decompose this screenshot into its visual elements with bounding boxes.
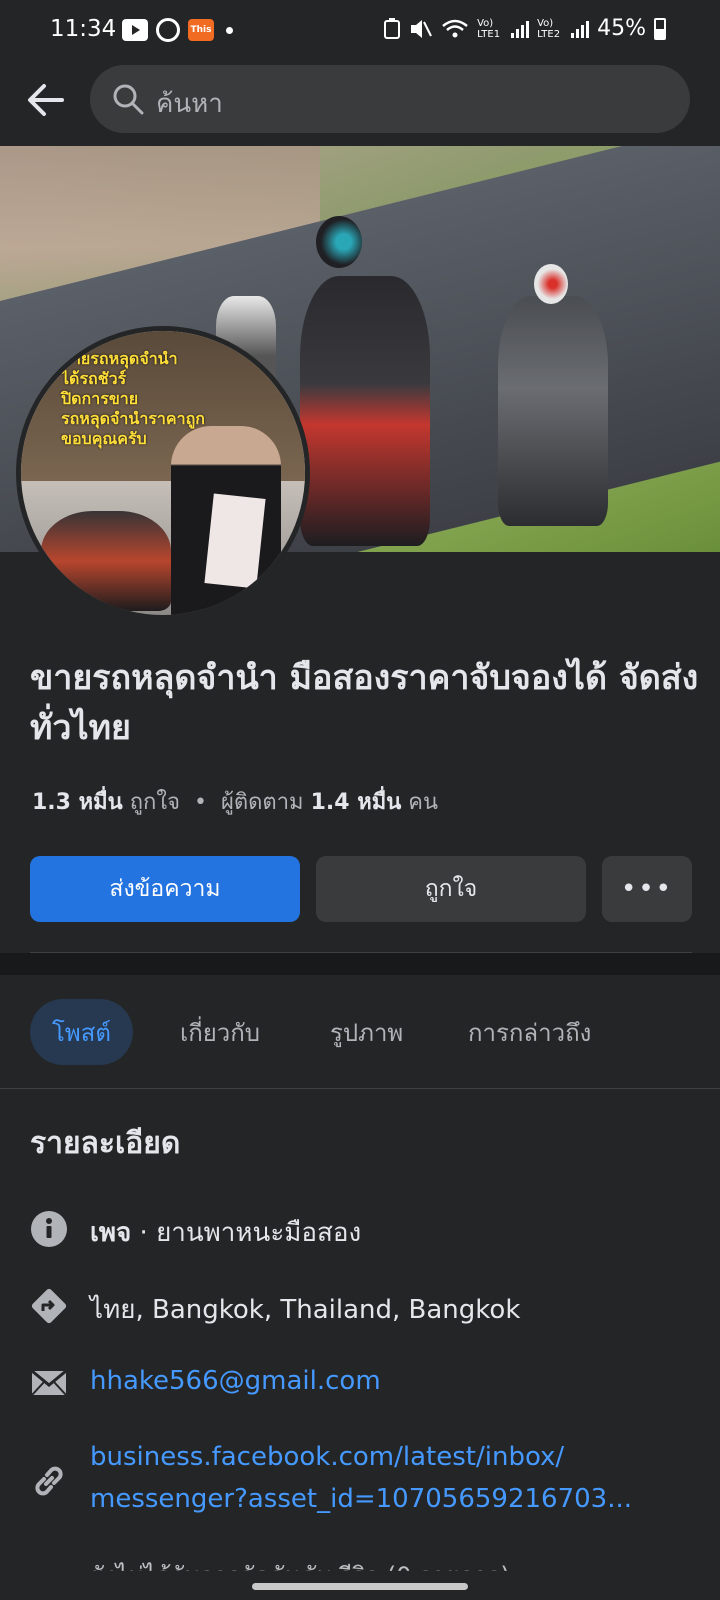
mute-icon bbox=[411, 19, 432, 38]
search-input[interactable]: ค้นหา bbox=[90, 65, 690, 133]
page-title: ขายรถหลุดจำนำ มือสองราคาจับจองได้ จัดส่ง… bbox=[30, 658, 699, 748]
threads-icon bbox=[156, 18, 180, 42]
profile-picture-sign-text: ขายรถหลุดจำนำ ได้รถชัวร์ ปิดการขาย รถหลุ… bbox=[61, 349, 205, 448]
likes-label: ถูกใจ bbox=[129, 790, 180, 815]
back-arrow-icon[interactable] bbox=[22, 76, 70, 124]
signal2-icon bbox=[571, 20, 590, 38]
followers-unit: คน bbox=[408, 790, 439, 815]
status-system-icons: Vo) LTE1 Vo) LTE2 45% bbox=[383, 16, 666, 41]
this-app-icon: This bbox=[188, 19, 214, 41]
lte2-label: Vo) LTE2 bbox=[537, 17, 561, 40]
category-prefix: เพจ bbox=[90, 1218, 132, 1248]
category-separator: · bbox=[139, 1218, 148, 1248]
more-notifications-dot bbox=[226, 26, 233, 34]
search-placeholder: ค้นหา bbox=[156, 89, 223, 119]
likes-count: 1.3 หมื่น bbox=[32, 790, 123, 815]
followers-count: 1.4 หมื่น bbox=[310, 790, 402, 815]
lte1-label: Vo) LTE1 bbox=[477, 17, 501, 40]
tab-posts[interactable]: โพสต์ bbox=[30, 999, 133, 1065]
battery-percent: 45% bbox=[597, 16, 646, 41]
details-heading: รายละเอียด bbox=[30, 1126, 181, 1161]
page-stats: 1.3 หมื่น ถูกใจ • ผู้ติดตาม 1.4 หมื่น คน bbox=[32, 784, 438, 819]
email-link[interactable]: hhake566@gmail.com bbox=[90, 1366, 381, 1396]
stats-separator: • bbox=[193, 790, 207, 815]
status-notification-icons: This bbox=[122, 18, 233, 42]
send-message-button[interactable]: ส่งข้อความ bbox=[30, 856, 300, 922]
like-button[interactable]: ถูกใจ bbox=[316, 856, 586, 922]
link-icon bbox=[35, 1466, 63, 1496]
tab-mentions[interactable]: การกล่าวถึง bbox=[468, 999, 591, 1065]
info-icon bbox=[31, 1211, 67, 1247]
page-category: ยานพาหนะมือสอง bbox=[156, 1218, 362, 1248]
tab-about[interactable]: เกี่ยวกับ bbox=[180, 999, 260, 1065]
search-icon bbox=[113, 84, 144, 115]
more-options-button[interactable]: ••• bbox=[602, 856, 692, 922]
youtube-icon bbox=[122, 19, 148, 41]
home-indicator[interactable] bbox=[252, 1583, 468, 1590]
website-link-line2: messenger?asset_id=10705659216703... bbox=[90, 1484, 632, 1514]
status-time: 11:34 bbox=[50, 16, 117, 42]
followers-label: ผู้ติดตาม bbox=[220, 790, 304, 815]
signal1-icon bbox=[511, 20, 530, 38]
page-address: ไทย, Bangkok, Thailand, Bangkok bbox=[90, 1295, 521, 1325]
status-bar: 11:34 This Vo) LTE1 Vo) LTE2 45% bbox=[0, 0, 720, 62]
top-bar: ค้นหา bbox=[0, 62, 720, 146]
section-separator bbox=[0, 953, 720, 975]
directions-icon bbox=[31, 1288, 67, 1324]
wifi-icon bbox=[442, 19, 468, 37]
profile-picture[interactable]: ขายรถหลุดจำนำ ได้รถชัวร์ ปิดการขาย รถหลุ… bbox=[16, 326, 310, 620]
tab-photos[interactable]: รูปภาพ bbox=[330, 999, 403, 1065]
website-link[interactable]: business.facebook.com/latest/inbox/ mess… bbox=[90, 1436, 632, 1520]
email-icon bbox=[31, 1369, 67, 1396]
divider bbox=[0, 1088, 720, 1089]
battery-icon bbox=[654, 17, 666, 40]
page-tabs: โพสต์ เกี่ยวกับ รูปภาพ การกล่าวถึง bbox=[0, 975, 720, 1088]
website-link-line1: business.facebook.com/latest/inbox/ bbox=[90, 1442, 565, 1472]
data-saver-icon bbox=[384, 17, 401, 39]
